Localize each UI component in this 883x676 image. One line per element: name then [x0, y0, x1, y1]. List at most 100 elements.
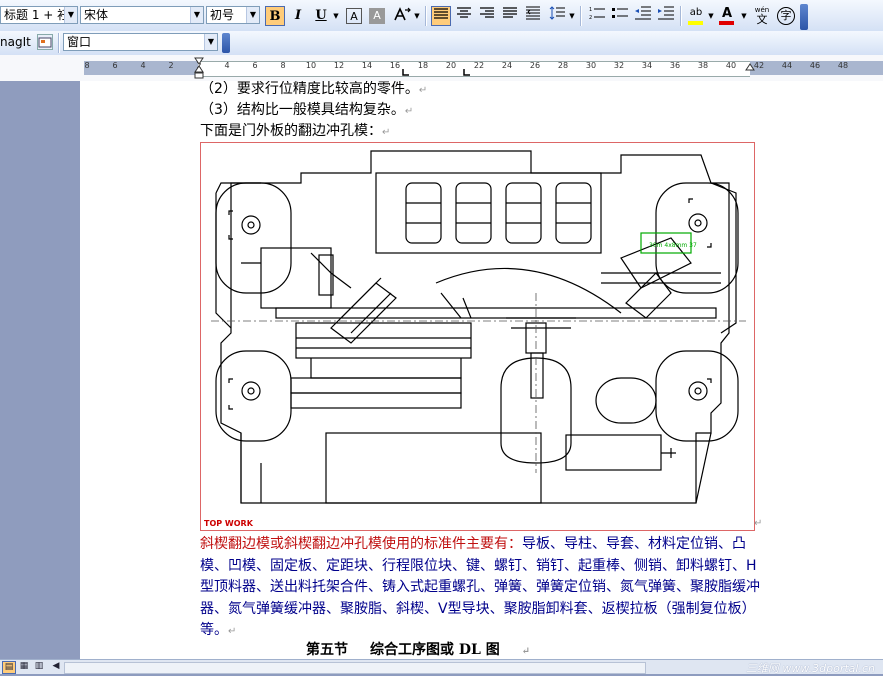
page-left-margin-area — [0, 81, 80, 659]
print-layout-view-icon[interactable]: ▥ — [33, 661, 45, 672]
window-select[interactable]: 窗口 ▼ — [63, 33, 218, 51]
enclose-char-button[interactable]: 字 — [777, 7, 795, 25]
figure-caption: TOP WORK — [204, 519, 254, 528]
font-size-value: 初号 — [210, 8, 235, 22]
highlight-label: ab — [689, 7, 703, 18]
ruler-tick-label: 6 — [112, 61, 118, 70]
highlight-button[interactable]: ab — [686, 6, 706, 26]
line-spacing-icon — [549, 6, 565, 20]
underline-button[interactable]: U — [311, 6, 331, 26]
style-select[interactable]: 标题 1 + 衽 ▼ — [0, 6, 78, 24]
scroll-left-icon[interactable]: ◀ — [50, 661, 62, 672]
paragraph-mark-icon: ↵ — [382, 127, 391, 138]
italic-button[interactable]: I — [288, 6, 308, 26]
bullet-list-button[interactable] — [610, 6, 630, 26]
ruler-tick-label: 44 — [781, 61, 793, 70]
ruler-tick-label: 10 — [305, 61, 317, 70]
normal-view-icon[interactable]: ▤ — [2, 661, 16, 674]
increase-indent-icon — [658, 6, 674, 20]
chevron-down-icon[interactable]: ▼ — [204, 34, 217, 50]
paragraph-mark-icon: ↵ — [754, 518, 763, 529]
ruler-tick-label: 16 — [389, 61, 401, 70]
line-spacing-button[interactable] — [547, 6, 567, 26]
ruler-tick-label: 46 — [809, 61, 821, 70]
pinyin-guide-button[interactable]: wén 文 — [752, 6, 772, 26]
ruler-tick-label: 12 — [333, 61, 345, 70]
web-layout-view-icon[interactable]: ▦ — [18, 661, 30, 672]
chevron-down-icon[interactable]: ▼ — [190, 7, 203, 23]
right-indent-marker-icon[interactable] — [745, 63, 755, 75]
bold-button[interactable]: B — [265, 6, 285, 26]
ruler-tick-label: 8 — [280, 61, 286, 70]
watermark-text: 三维网 www.3dportal.cn — [745, 662, 875, 675]
ruler-tick-label: 6 — [252, 61, 258, 70]
font-select[interactable]: 宋体 ▼ — [80, 6, 204, 24]
chevron-down-icon[interactable]: ▼ — [64, 7, 77, 23]
paragraph-mark-icon: ↵ — [521, 646, 531, 657]
ruler-tick-label: 14 — [361, 61, 373, 70]
snagit-capture-icon[interactable] — [37, 34, 53, 50]
highlight-color-swatch — [688, 21, 703, 25]
snagit-toolbar: nagIt 窗口 ▼ — [0, 31, 883, 56]
decrease-indent-icon — [635, 6, 651, 20]
ruler-tick-label: 20 — [445, 61, 457, 70]
numbered-list-button[interactable]: 12 — [587, 6, 607, 26]
align-justify-button[interactable] — [431, 6, 451, 26]
numbered-list-icon: 12 — [589, 7, 605, 21]
toolbar-options-grip[interactable] — [800, 4, 808, 30]
window-value: 窗口 — [67, 35, 92, 49]
ruler-tick-label: 2 — [168, 61, 174, 70]
doc-line-1-text: （2）要求行位精度比较高的零件。 — [200, 81, 419, 97]
char-border-button[interactable]: A — [346, 8, 362, 24]
style-value: 标题 1 + 衽 — [4, 8, 70, 22]
doc-line-1: （2）要求行位精度比较高的零件。↵ — [200, 81, 427, 98]
font-value: 宋体 — [84, 8, 109, 22]
horizontal-ruler[interactable]: 8642246810121416182022242628303234363840… — [0, 55, 883, 82]
toolbar-options-grip[interactable] — [222, 33, 230, 53]
tab-stop-icon[interactable] — [402, 69, 410, 77]
char-scale-icon[interactable] — [392, 6, 412, 26]
svg-text:1: 1 — [589, 7, 592, 13]
toolbar-separator — [680, 6, 682, 26]
font-color-button[interactable]: A — [717, 6, 737, 26]
indent-marker-icon[interactable] — [194, 57, 204, 81]
align-center-button[interactable] — [454, 6, 474, 26]
bullet-list-icon — [612, 8, 628, 18]
document-page[interactable]: （2）要求行位精度比较高的零件。↵ （3）结构比一般模具结构复杂。↵ 下面是门外… — [80, 81, 883, 659]
align-right-button[interactable] — [477, 6, 497, 26]
horizontal-scrollbar[interactable] — [64, 662, 646, 674]
line-spacing-dropdown-icon[interactable]: ▼ — [568, 6, 576, 26]
ruler-tick-label: 42 — [753, 61, 765, 70]
distribute-button[interactable] — [500, 6, 520, 26]
section-title: 综合工序图或 DL 图 — [370, 642, 500, 658]
align-justify-icon — [434, 8, 448, 19]
doc-line-3: 下面是门外板的翻边冲孔模：↵ — [200, 120, 390, 140]
align-right-icon — [480, 7, 494, 18]
highlight-dropdown-icon[interactable]: ▼ — [707, 6, 715, 26]
font-size-select[interactable]: 初号 ▼ — [206, 6, 260, 24]
standard-parts-paragraph: 斜楔翻边模或斜楔翻边冲孔模使用的标准件主要有：导板、导柱、导套、材料定位销、凸模… — [200, 534, 760, 643]
view-bar: ▤ ▦ ▥ ◀ 三维网 www.3dportal.cn — [0, 659, 883, 675]
ruler-tick-label: 8 — [84, 61, 90, 70]
distributed-align-button[interactable] — [523, 6, 543, 26]
paragraph-mark-icon: ↵ — [404, 106, 414, 117]
toolbar-separator — [580, 6, 582, 26]
doc-line-2-text: （3）结构比一般模具结构复杂。 — [200, 102, 405, 118]
distribute-icon — [503, 7, 517, 18]
char-scale-dropdown-icon[interactable]: ▼ — [413, 6, 421, 26]
increase-indent-button[interactable] — [656, 6, 676, 26]
ruler-tick-label: 36 — [669, 61, 681, 70]
ruler-tick-label: 30 — [585, 61, 597, 70]
chevron-down-icon[interactable]: ▼ — [246, 7, 259, 23]
underline-dropdown-icon[interactable]: ▼ — [332, 6, 340, 26]
ruler-tick-label: 22 — [473, 61, 485, 70]
tab-stop-icon[interactable] — [463, 69, 471, 77]
font-color-dropdown-icon[interactable]: ▼ — [740, 6, 748, 26]
ruler-tick-label: 4 — [224, 61, 230, 70]
char-shading-button[interactable]: A — [369, 8, 385, 24]
snagit-label[interactable]: nagIt — [0, 35, 31, 49]
svg-text:2: 2 — [589, 15, 592, 20]
decrease-indent-button[interactable] — [633, 6, 653, 26]
die-drawing-image[interactable]: 30m 4x8mm 37 TOP WORK — [200, 142, 755, 531]
toolbar-separator — [425, 6, 427, 26]
